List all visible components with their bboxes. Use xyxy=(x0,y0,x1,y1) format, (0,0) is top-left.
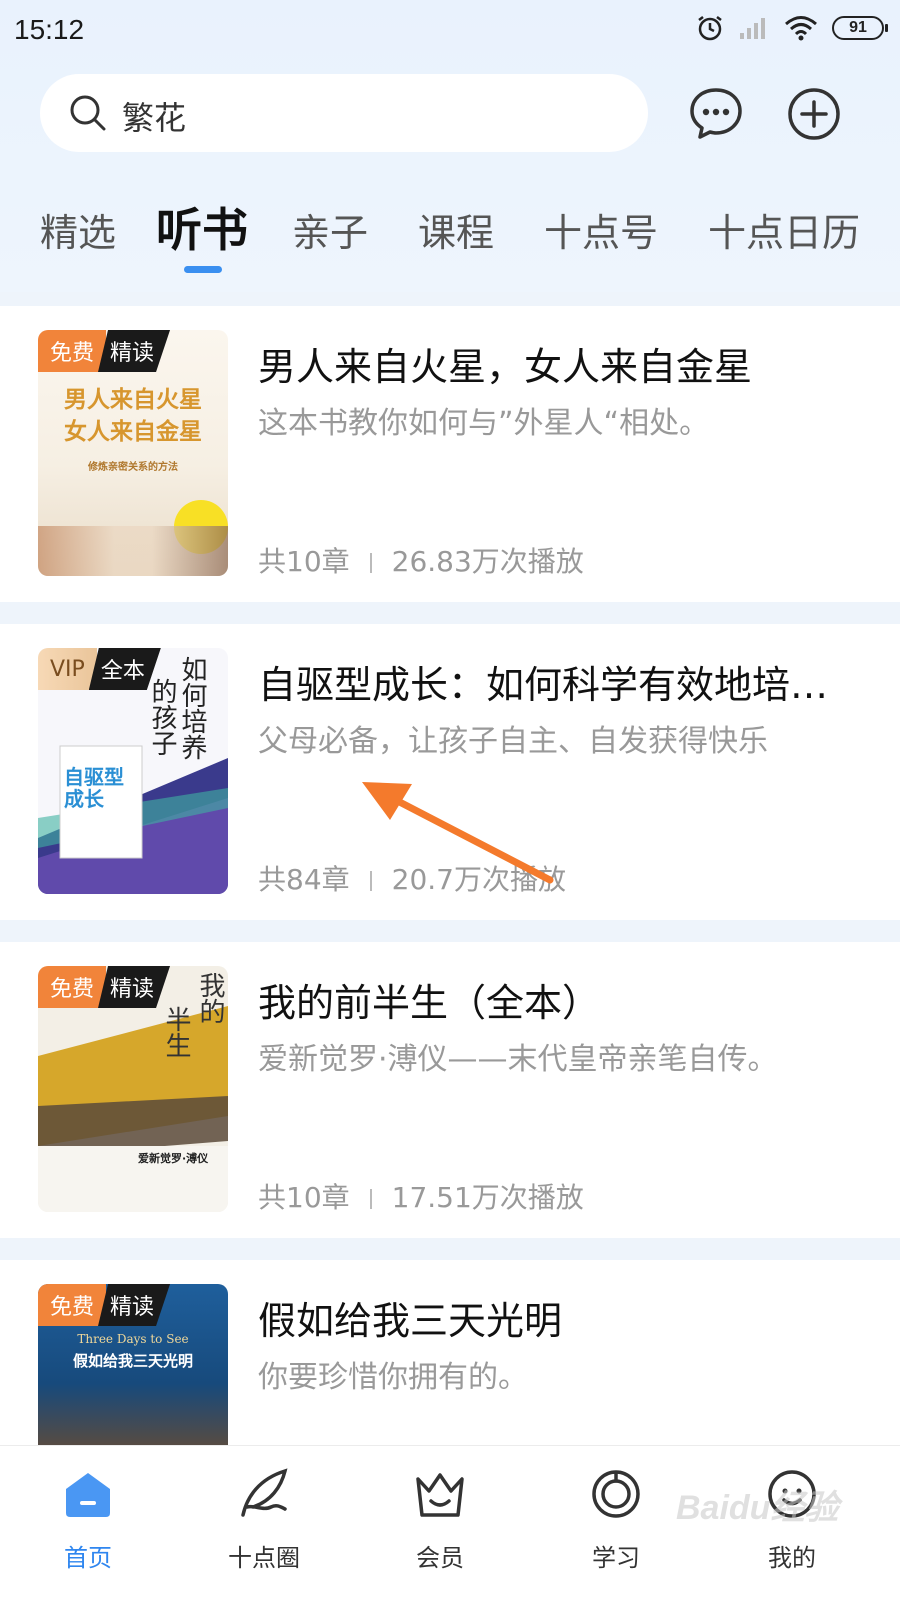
cover-title-line: 女人来自金星 xyxy=(64,418,202,445)
alarm-icon xyxy=(698,16,722,41)
cover-photo xyxy=(38,526,228,576)
watermark-text: Baidu经验 xyxy=(676,1489,839,1527)
badge-type: 精读 xyxy=(98,1284,170,1326)
cover-author: 爱新觉罗·溥仪 xyxy=(138,1152,209,1165)
signal-icon xyxy=(740,18,765,39)
book-title[interactable]: 我的前半生（全本） xyxy=(258,972,858,1027)
cover-subtitle: 修炼亲密关系的方法 xyxy=(88,462,178,473)
wifi-icon xyxy=(785,16,817,41)
crown-icon xyxy=(416,1473,464,1517)
badge-free: 免费 xyxy=(38,330,107,372)
search-query: 繁花 xyxy=(122,99,187,137)
watermark: Baidu经验 xyxy=(676,1480,838,1529)
cover-badge: VIP 全本 xyxy=(38,648,161,690)
tab-calendar[interactable]: 十点日历 xyxy=(708,202,860,257)
cover-title-line: 男人来自火星 xyxy=(64,386,202,413)
nav-home-label: 首页 xyxy=(64,1544,112,1572)
badge-type: 精读 xyxy=(98,966,170,1008)
book-stats: 共10章 17.51万次播放 xyxy=(258,1176,584,1216)
play-count: 26.83万次播放 xyxy=(391,545,584,578)
book-description: 这本书教你如何与”外星人“相处。 xyxy=(258,406,710,441)
cover-title-cn: 假如给我三天光明 xyxy=(72,1352,193,1370)
tab-audiobooks[interactable]: 听书 xyxy=(156,194,248,260)
cover-title-en: Three Days to See xyxy=(77,1332,189,1346)
nav-member-label: 会员 xyxy=(416,1544,464,1572)
tab-accounts[interactable]: 十点号 xyxy=(544,202,658,257)
tab-selected[interactable]: 精选 xyxy=(40,202,116,257)
chapter-count: 共10章 xyxy=(258,1181,350,1214)
status-time: 15:12 xyxy=(14,14,85,45)
badge-vip: VIP xyxy=(38,648,97,690)
active-tab-indicator xyxy=(184,266,222,273)
annotation-arrow xyxy=(362,782,554,884)
book-cover: 我的 半生 爱新觉罗·溥仪 免费 精读 xyxy=(38,966,228,1212)
nav-circle[interactable]: 十点圈 xyxy=(204,1466,324,1573)
book-description: 你要珍惜你拥有的。 xyxy=(258,1360,528,1395)
divider xyxy=(369,1189,372,1209)
add-icon[interactable] xyxy=(786,86,842,142)
badge-free: 免费 xyxy=(38,1284,107,1326)
book-card[interactable]: 我的 半生 爱新觉罗·溥仪 免费 精读 我的前半生（全本） 爱新觉罗·溥仪——末… xyxy=(0,942,900,1238)
cover-badge: 免费 精读 xyxy=(38,966,170,1008)
nav-home[interactable]: 首页 xyxy=(28,1466,148,1573)
book-description: 父母必备，让孩子自主、自发获得快乐 xyxy=(258,724,768,759)
book-cover: Three Days to See 假如给我三天光明 免费 精读 xyxy=(38,1284,228,1450)
book-title[interactable]: 男人来自火星，女人来自金星 xyxy=(258,336,858,391)
search-icon xyxy=(70,95,106,131)
nav-study-label: 学习 xyxy=(592,1544,640,1572)
badge-type: 全本 xyxy=(89,648,161,690)
search-input[interactable]: 繁花 xyxy=(40,74,648,152)
book-card[interactable]: 男人来自火星 女人来自金星 修炼亲密关系的方法 免费 精读 男人来自火星，女人来… xyxy=(0,306,900,602)
book-card[interactable]: Three Days to See 假如给我三天光明 免费 精读 假如给我三天光… xyxy=(0,1260,900,1450)
book-description: 爱新觉罗·溥仪——末代皇帝亲笔自传。 xyxy=(258,1042,778,1077)
cover-badge: 免费 精读 xyxy=(38,330,170,372)
nav-circle-label: 十点圈 xyxy=(228,1544,300,1572)
book-title[interactable]: 假如给我三天光明 xyxy=(258,1290,858,1345)
tab-courses[interactable]: 课程 xyxy=(418,202,494,257)
cover-badge: 免费 精读 xyxy=(38,1284,170,1326)
category-tabs: 精选 听书 亲子 课程 十点号 十点日历 xyxy=(0,190,900,280)
book-cover: 男人来自火星 女人来自金星 修炼亲密关系的方法 免费 精读 xyxy=(38,330,228,576)
cover-title-vertical: 如何培养 xyxy=(177,656,207,760)
status-icons: 91 xyxy=(696,14,888,42)
badge-type: 精读 xyxy=(98,330,170,372)
chapter-count: 共84章 xyxy=(258,863,350,896)
tab-parenting[interactable]: 亲子 xyxy=(292,202,368,257)
feather-icon xyxy=(241,1468,288,1517)
cover-title-main: 自驱型成长 xyxy=(64,765,124,811)
book-title[interactable]: 自驱型成长：如何科学有效地培… xyxy=(258,654,858,709)
home-icon xyxy=(66,1473,110,1517)
book-cover: 如何培养 自驱型成长 的孩子 VIP 全本 xyxy=(38,648,228,894)
nav-member[interactable]: 会员 xyxy=(380,1466,500,1573)
nav-study[interactable]: 学习 xyxy=(556,1466,676,1573)
message-icon[interactable] xyxy=(688,86,744,142)
book-stats: 共10章 26.83万次播放 xyxy=(258,540,584,580)
nav-profile-label: 我的 xyxy=(768,1544,816,1572)
badge-free: 免费 xyxy=(38,966,107,1008)
status-bar: 15:12 91 xyxy=(0,0,900,62)
cover-title-line: 半生 xyxy=(161,1006,191,1058)
divider xyxy=(369,553,372,573)
study-icon xyxy=(592,1470,640,1518)
chapter-count: 共10章 xyxy=(258,545,350,578)
battery-indicator: 91 xyxy=(832,16,888,40)
play-count: 17.51万次播放 xyxy=(391,1181,584,1214)
